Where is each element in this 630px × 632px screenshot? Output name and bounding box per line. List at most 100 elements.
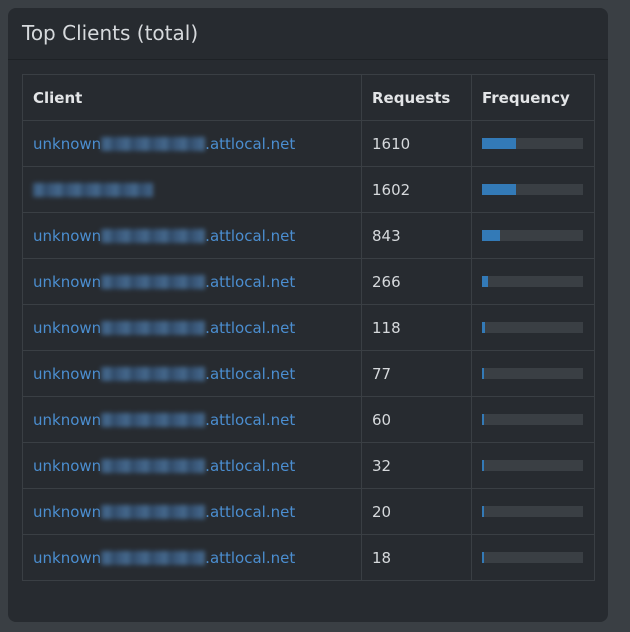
client-name-suffix: .attlocal.net	[205, 134, 296, 153]
client-cell: unknown .attlocal.net	[22, 396, 362, 443]
frequency-bar-fill	[482, 138, 517, 149]
requests-cell: 118	[361, 304, 472, 351]
client-link[interactable]: unknown .attlocal.net	[33, 549, 295, 567]
frequency-cell	[471, 488, 595, 535]
frequency-bar-track	[482, 368, 583, 379]
redacted-hostname	[101, 458, 206, 473]
requests-cell: 18	[361, 534, 472, 581]
frequency-bar-track	[482, 184, 583, 195]
frequency-cell	[471, 304, 595, 351]
frequency-bar-fill	[482, 322, 485, 333]
frequency-cell	[471, 166, 595, 213]
client-name-suffix: .attlocal.net	[205, 410, 296, 429]
column-header-client[interactable]: Client	[22, 74, 362, 121]
client-link[interactable]: unknown .attlocal.net	[33, 457, 295, 475]
client-name-prefix: unknown	[33, 410, 102, 429]
client-name-prefix: unknown	[33, 502, 102, 521]
client-name-prefix: unknown	[33, 226, 102, 245]
client-cell: unknown .attlocal.net	[22, 258, 362, 305]
redacted-hostname	[101, 228, 206, 243]
requests-cell: 1602	[361, 166, 472, 213]
column-header-frequency[interactable]: Frequency	[471, 74, 595, 121]
frequency-bar-track	[482, 276, 583, 287]
client-cell: unknown .attlocal.net	[22, 488, 362, 535]
client-name-prefix: unknown	[33, 134, 102, 153]
frequency-bar-track	[482, 138, 583, 149]
client-name-prefix: unknown	[33, 318, 102, 337]
client-link[interactable]: unknown .attlocal.net	[33, 273, 295, 291]
client-name-suffix: .attlocal.net	[205, 272, 296, 291]
client-name-prefix: unknown	[33, 456, 102, 475]
redacted-hostname	[101, 320, 206, 335]
frequency-bar-fill	[482, 460, 484, 471]
table-row: unknown .attlocal.net 1610	[22, 120, 595, 167]
client-cell: unknown .attlocal.net	[22, 212, 362, 259]
panel-header: Top Clients (total)	[8, 8, 608, 60]
requests-cell: 266	[361, 258, 472, 305]
frequency-bar-track	[482, 322, 583, 333]
table-row: unknown .attlocal.net 60	[22, 396, 595, 443]
redacted-hostname	[101, 504, 206, 519]
frequency-cell	[471, 442, 595, 489]
frequency-cell	[471, 212, 595, 259]
client-link[interactable]: unknown .attlocal.net	[33, 135, 295, 153]
frequency-bar-track	[482, 414, 583, 425]
client-link[interactable]: unknown .attlocal.net	[33, 365, 295, 383]
column-header-requests[interactable]: Requests	[361, 74, 472, 121]
table-row: unknown .attlocal.net 77	[22, 350, 595, 397]
client-name-suffix: .attlocal.net	[205, 318, 296, 337]
client-link[interactable]	[33, 181, 153, 199]
top-clients-panel: Top Clients (total) Client Requests Freq…	[8, 8, 608, 622]
client-cell: unknown .attlocal.net	[22, 442, 362, 489]
frequency-cell	[471, 534, 595, 581]
client-link[interactable]: unknown .attlocal.net	[33, 319, 295, 337]
table-body: unknown .attlocal.net 1610 1602 unknown .attl…	[22, 120, 595, 581]
frequency-bar-track	[482, 552, 583, 563]
redacted-hostname	[101, 412, 206, 427]
table-row: unknown .attlocal.net 18	[22, 534, 595, 581]
client-link[interactable]: unknown .attlocal.net	[33, 227, 295, 245]
table-row: 1602	[22, 166, 595, 213]
frequency-bar-fill	[482, 368, 484, 379]
client-name-suffix: .attlocal.net	[205, 456, 296, 475]
client-name-prefix: unknown	[33, 272, 102, 291]
client-cell: unknown .attlocal.net	[22, 534, 362, 581]
frequency-bar-track	[482, 230, 583, 241]
frequency-bar-fill	[482, 552, 484, 563]
client-name-suffix: .attlocal.net	[205, 548, 296, 567]
table-row: unknown .attlocal.net 266	[22, 258, 595, 305]
frequency-bar-track	[482, 506, 583, 517]
client-cell: unknown .attlocal.net	[22, 120, 362, 167]
frequency-bar-fill	[482, 184, 516, 195]
frequency-cell	[471, 258, 595, 305]
requests-cell: 843	[361, 212, 472, 259]
requests-cell: 20	[361, 488, 472, 535]
frequency-bar-fill	[482, 276, 488, 287]
table-header-row: Client Requests Frequency	[22, 74, 595, 121]
client-name-suffix: .attlocal.net	[205, 226, 296, 245]
client-link[interactable]: unknown .attlocal.net	[33, 503, 295, 521]
redacted-hostname	[101, 366, 206, 381]
redacted-hostname	[101, 274, 206, 289]
redacted-hostname	[33, 182, 153, 197]
client-cell	[22, 166, 362, 213]
client-link[interactable]: unknown .attlocal.net	[33, 411, 295, 429]
frequency-bar-fill	[482, 414, 484, 425]
table-row: unknown .attlocal.net 118	[22, 304, 595, 351]
panel-title: Top Clients (total)	[22, 21, 199, 45]
requests-cell: 32	[361, 442, 472, 489]
table-row: unknown .attlocal.net 20	[22, 488, 595, 535]
frequency-bar-fill	[482, 506, 484, 517]
client-cell: unknown .attlocal.net	[22, 350, 362, 397]
redacted-hostname	[101, 550, 206, 565]
frequency-cell	[471, 396, 595, 443]
table-row: unknown .attlocal.net 32	[22, 442, 595, 489]
requests-cell: 77	[361, 350, 472, 397]
redacted-hostname	[101, 136, 206, 151]
client-name-prefix: unknown	[33, 364, 102, 383]
frequency-bar-track	[482, 460, 583, 471]
top-clients-table: Client Requests Frequency unknown .attloc…	[22, 74, 595, 581]
requests-cell: 1610	[361, 120, 472, 167]
frequency-cell	[471, 350, 595, 397]
client-name-prefix: unknown	[33, 548, 102, 567]
